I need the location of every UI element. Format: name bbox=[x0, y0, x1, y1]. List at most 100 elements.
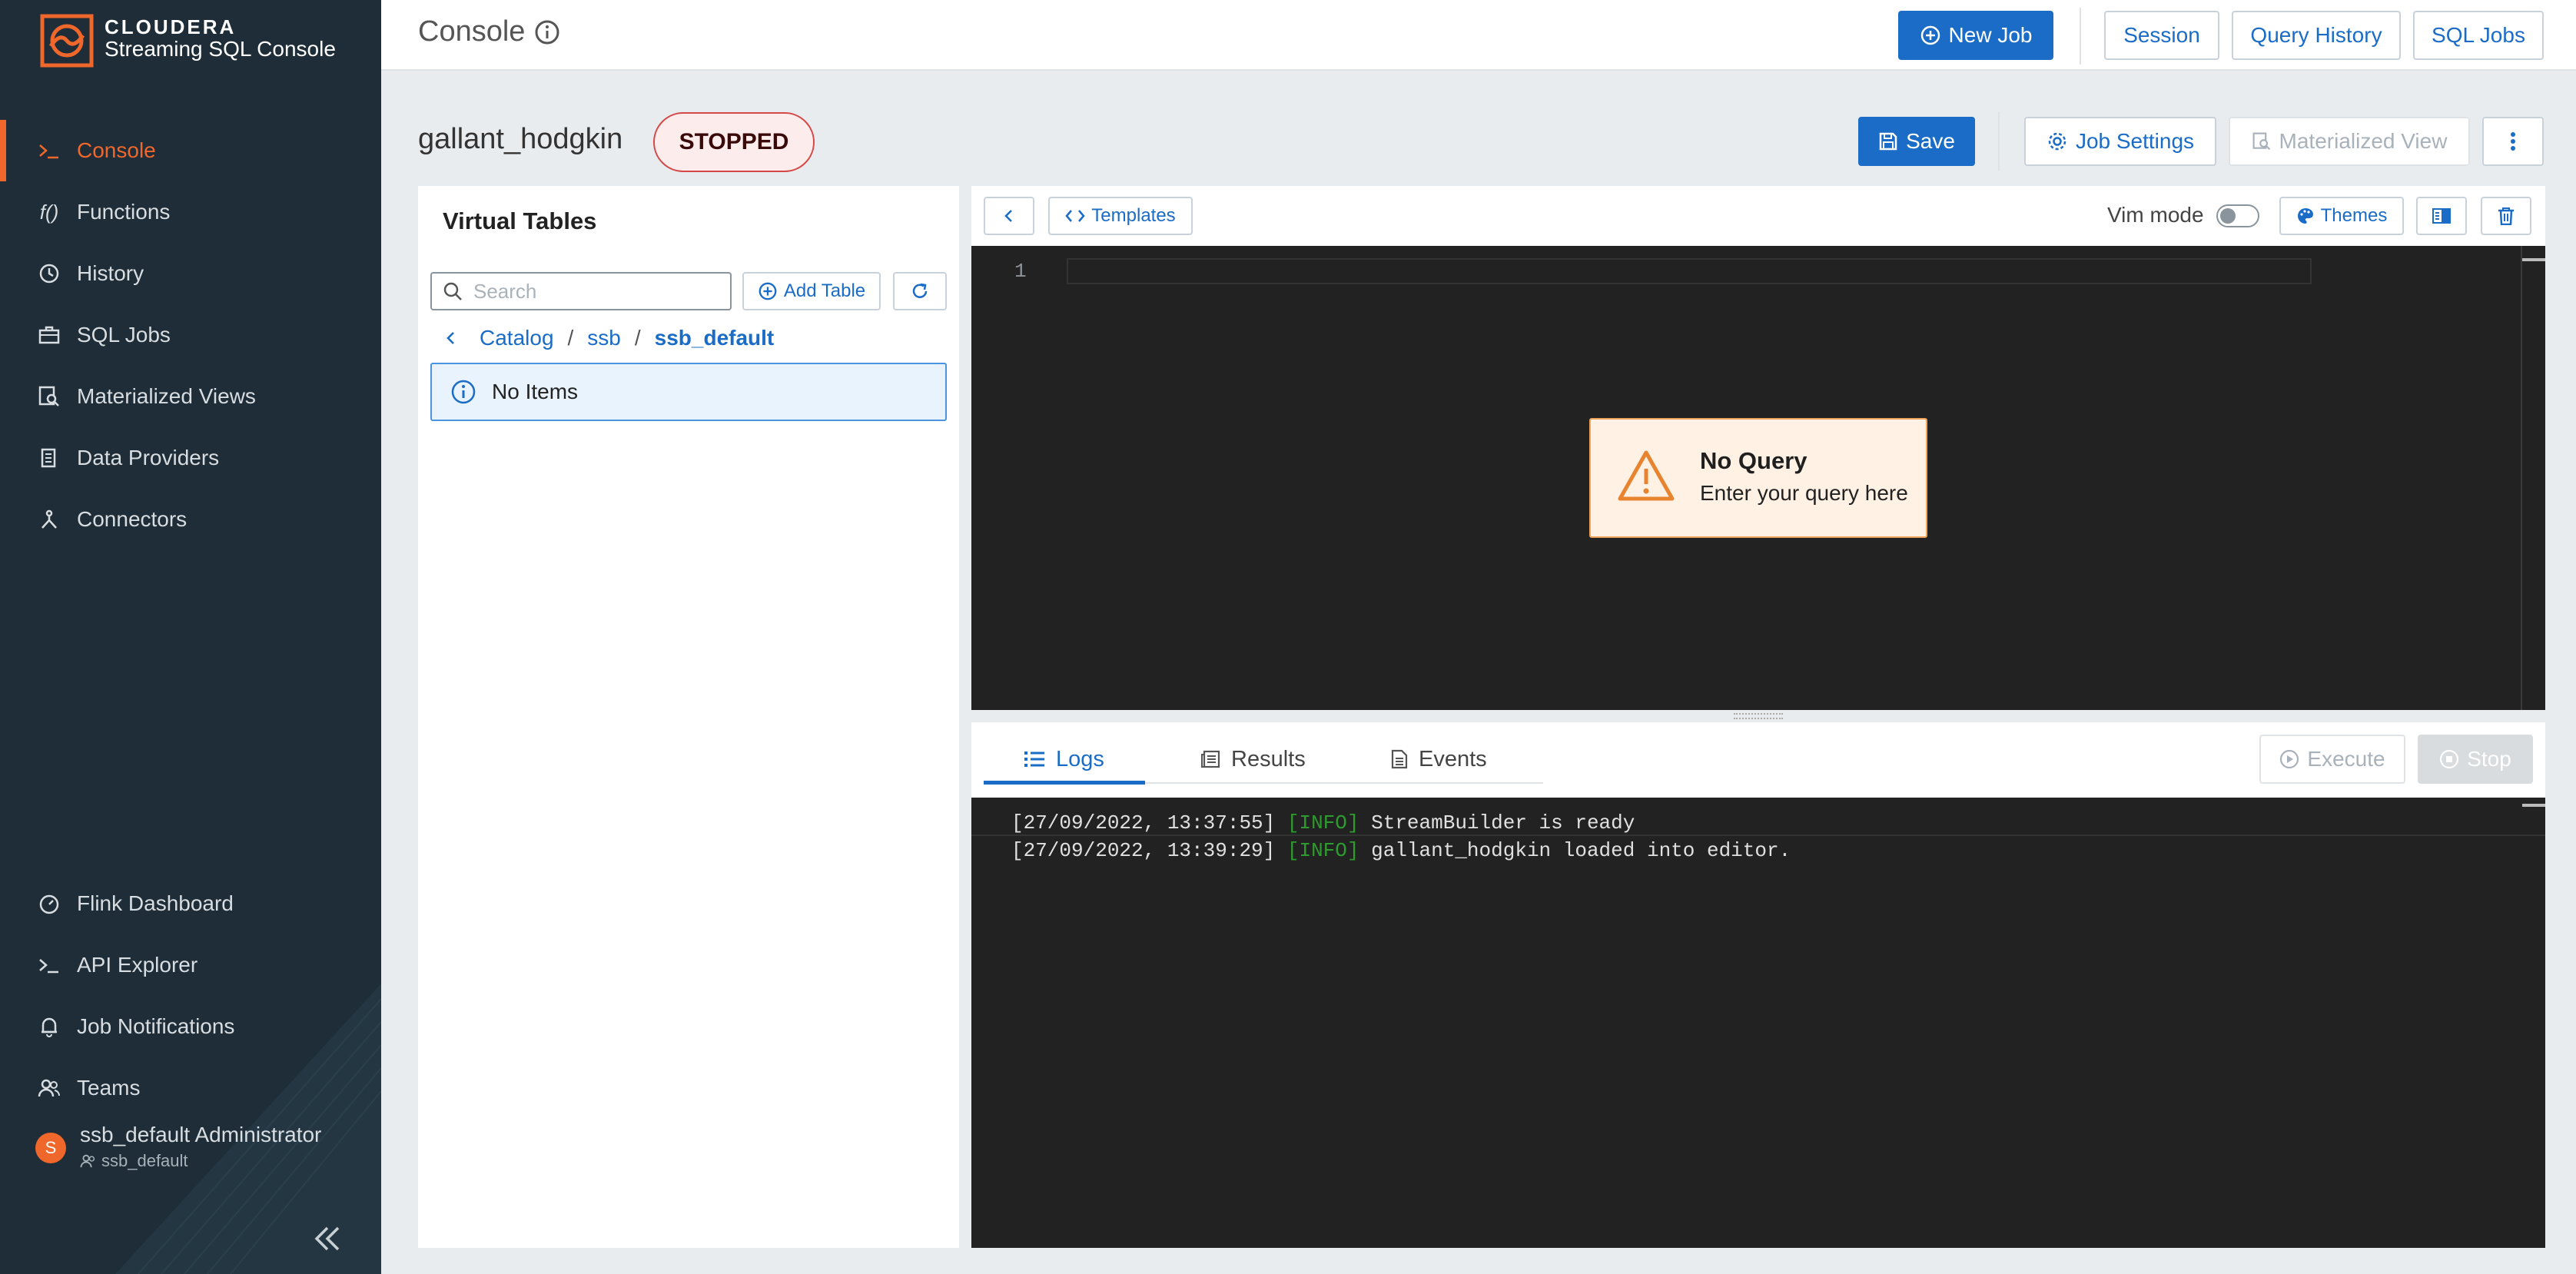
themes-button[interactable]: Themes bbox=[2279, 197, 2404, 235]
session-button[interactable]: Session bbox=[2104, 11, 2219, 60]
sidebar-item-label: History bbox=[77, 261, 144, 285]
plus-circle-icon bbox=[758, 281, 778, 301]
sidebar-item-data-providers[interactable]: Data Providers bbox=[0, 427, 381, 489]
sidebar-item-label: API Explorer bbox=[77, 953, 198, 977]
terminal-icon bbox=[35, 951, 63, 979]
page-title-text: Console bbox=[418, 15, 526, 48]
sidebar-item-label: Data Providers bbox=[77, 446, 220, 469]
breadcrumb-catalog[interactable]: Catalog bbox=[480, 326, 554, 350]
log-message: StreamBuilder is ready bbox=[1371, 811, 1635, 834]
output-panel-header: Logs Results Events Execute Stop bbox=[971, 722, 2545, 798]
scrollbar[interactable] bbox=[2521, 246, 2522, 710]
query-history-button[interactable]: Query History bbox=[2232, 11, 2401, 60]
chevron-left-icon[interactable] bbox=[446, 330, 456, 346]
sidebar-item-materialized-views[interactable]: Materialized Views bbox=[0, 366, 381, 427]
sidebar-item-history[interactable]: History bbox=[0, 243, 381, 304]
empty-state: No Items bbox=[430, 363, 947, 421]
search-icon bbox=[443, 281, 463, 301]
sidebar-item-functions[interactable]: f() Functions bbox=[0, 181, 381, 243]
sql-editor[interactable]: 1 No Query Enter your query here bbox=[971, 246, 2545, 710]
sidebar-item-label: SQL Jobs bbox=[77, 323, 171, 347]
virtual-tables-panel: Virtual Tables Add Table Catalog / ssb /… bbox=[418, 186, 959, 1248]
dashboard-gauge-icon bbox=[35, 890, 63, 917]
log-time: [27/09/2022, 13:37:55] bbox=[1011, 811, 1276, 834]
add-table-button[interactable]: Add Table bbox=[742, 272, 881, 310]
line-number: 1 bbox=[1014, 260, 1027, 283]
more-options-button[interactable] bbox=[2482, 117, 2544, 166]
users-icon bbox=[35, 1074, 63, 1102]
job-settings-button[interactable]: Job Settings bbox=[2024, 117, 2216, 166]
function-icon: f() bbox=[39, 200, 59, 224]
sidebar-item-connectors[interactable]: Connectors bbox=[0, 489, 381, 550]
execute-button[interactable]: Execute bbox=[2259, 735, 2405, 784]
view-search-icon bbox=[2252, 131, 2272, 151]
job-settings-label: Job Settings bbox=[2075, 129, 2195, 153]
info-icon[interactable] bbox=[534, 19, 560, 45]
avatar[interactable]: S bbox=[35, 1133, 66, 1163]
templates-label: Templates bbox=[1091, 205, 1176, 226]
stop-button[interactable]: Stop bbox=[2418, 735, 2533, 784]
page-title: Console bbox=[418, 15, 560, 48]
tab-logs[interactable]: Logs bbox=[1024, 735, 1104, 784]
scrollbar-thumb[interactable] bbox=[2522, 804, 2545, 807]
refresh-icon bbox=[910, 281, 930, 301]
tab-events[interactable]: Events bbox=[1391, 735, 1487, 784]
log-divider bbox=[971, 834, 2545, 836]
stop-label: Stop bbox=[2467, 747, 2511, 771]
active-line[interactable] bbox=[1067, 258, 2312, 284]
status-badge: STOPPED bbox=[653, 112, 815, 172]
connector-icon bbox=[35, 506, 63, 533]
delete-button[interactable] bbox=[2481, 197, 2531, 235]
layout-columns-icon bbox=[2432, 208, 2451, 224]
virtual-tables-title: Virtual Tables bbox=[443, 207, 597, 234]
collapse-panel-button[interactable] bbox=[984, 197, 1034, 235]
user-name: ssb_default Administrator bbox=[80, 1123, 322, 1146]
log-output: [27/09/2022, 13:37:55] [INFO] StreamBuil… bbox=[971, 798, 2545, 1248]
sidebar-item-label: Connectors bbox=[77, 507, 188, 531]
breadcrumb: Catalog / ssb / ssb_default bbox=[446, 321, 774, 355]
breadcrumb-ssb-default[interactable]: ssb_default bbox=[655, 326, 775, 350]
execute-label: Execute bbox=[2307, 747, 2385, 771]
log-message: gallant_hodgkin loaded into editor. bbox=[1371, 839, 1791, 862]
job-name: gallant_hodgkin bbox=[418, 123, 623, 155]
breadcrumb-ssb[interactable]: ssb bbox=[587, 326, 621, 350]
log-level: [INFO] bbox=[1286, 839, 1359, 862]
sql-jobs-button[interactable]: SQL Jobs bbox=[2413, 11, 2544, 60]
save-button[interactable]: Save bbox=[1858, 117, 1975, 166]
divider bbox=[1998, 112, 2000, 171]
code-icon bbox=[1065, 208, 1085, 224]
divider bbox=[2080, 8, 2081, 65]
collapse-sidebar-icon[interactable] bbox=[310, 1222, 344, 1256]
materialized-view-button[interactable]: Materialized View bbox=[2229, 117, 2470, 166]
templates-button[interactable]: Templates bbox=[1048, 197, 1193, 235]
tab-results[interactable]: Results bbox=[1200, 735, 1306, 784]
sidebar-item-console[interactable]: Console bbox=[0, 120, 381, 181]
sidebar-item-job-notifications[interactable]: Job Notifications bbox=[0, 996, 381, 1057]
scrollbar-thumb[interactable] bbox=[2522, 258, 2545, 261]
cloudera-logo-icon bbox=[40, 14, 94, 68]
database-icon bbox=[35, 444, 63, 472]
editor-toolbar: Templates Vim mode Themes bbox=[971, 186, 2545, 246]
resize-handle[interactable] bbox=[971, 710, 2545, 722]
sidebar-item-teams[interactable]: Teams bbox=[0, 1057, 381, 1119]
tab-label: Events bbox=[1419, 746, 1487, 771]
sidebar: CLOUDERA Streaming SQL Console Console f… bbox=[0, 0, 381, 1274]
trash-icon bbox=[2498, 207, 2515, 225]
sidebar-item-label: Console bbox=[77, 138, 156, 162]
bell-icon bbox=[35, 1013, 63, 1040]
tab-label: Results bbox=[1231, 746, 1306, 771]
gear-icon bbox=[2047, 131, 2068, 152]
vim-mode-label: Vim mode bbox=[2107, 203, 2204, 227]
sidebar-item-sql-jobs[interactable]: SQL Jobs bbox=[0, 304, 381, 366]
new-job-button[interactable]: New Job bbox=[1898, 11, 2053, 60]
vim-mode-toggle[interactable] bbox=[2216, 204, 2259, 227]
layout-toggle-button[interactable] bbox=[2416, 197, 2467, 235]
chevron-left-icon bbox=[1004, 208, 1014, 224]
log-level: [INFO] bbox=[1286, 811, 1359, 834]
sidebar-item-api-explorer[interactable]: API Explorer bbox=[0, 934, 381, 996]
sidebar-item-flink-dashboard[interactable]: Flink Dashboard bbox=[0, 873, 381, 934]
search-input[interactable] bbox=[472, 278, 705, 304]
plus-circle-icon bbox=[1920, 25, 1941, 46]
refresh-button[interactable] bbox=[893, 272, 947, 310]
search-box[interactable] bbox=[430, 272, 732, 310]
